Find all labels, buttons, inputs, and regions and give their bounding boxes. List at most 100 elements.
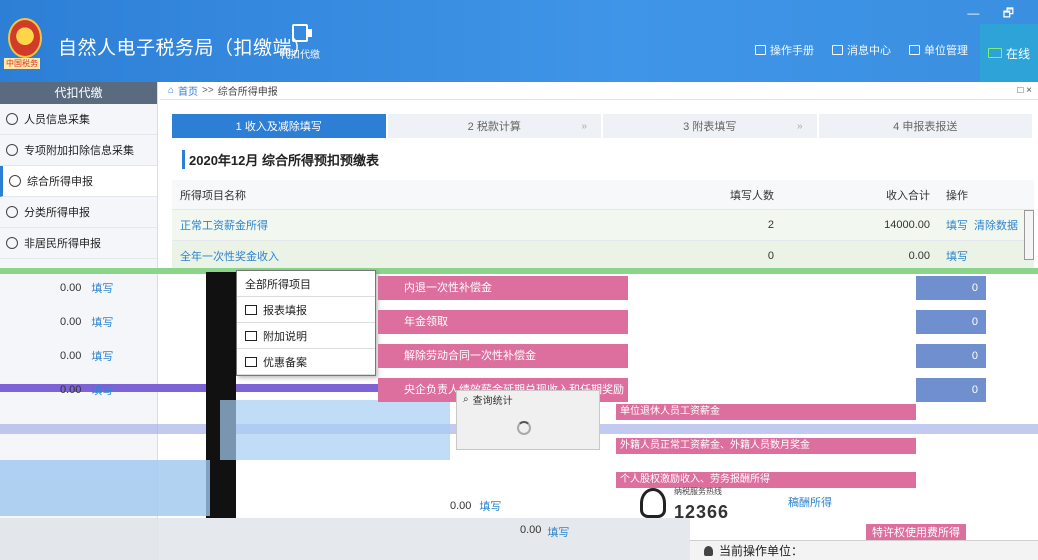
menu-item[interactable]: 内退一次性补偿金 (378, 276, 628, 300)
unit-management-link[interactable]: 单位管理 (909, 42, 968, 58)
count-value: 0 (916, 310, 986, 334)
submenu-header: 全部所得项目 (237, 271, 375, 297)
chevron-right-icon: » (796, 120, 803, 132)
clock-icon (6, 206, 18, 218)
submenu-item-report[interactable]: 报表填报 (237, 297, 375, 323)
tax-logo-icon (640, 488, 666, 518)
query-header[interactable]: ⌕ 查询统计 (457, 391, 599, 407)
fill-link[interactable]: 填写 (91, 348, 113, 364)
sidebar-item-label: 非居民所得申报 (24, 238, 101, 250)
manual-link[interactable]: 操作手册 (755, 42, 814, 58)
fill-link[interactable]: 填写 (91, 314, 113, 330)
submenu-item-label: 报表填报 (263, 304, 307, 317)
count-value: 0 (916, 378, 986, 402)
window-controls[interactable]: — 🗗 (967, 4, 1024, 25)
breadcrumb-home[interactable]: 首页 (178, 83, 198, 98)
step-submit[interactable]: 4 申报表报送 (818, 114, 1032, 138)
value: 0.00 (520, 524, 542, 536)
chevron-right-icon: » (581, 120, 587, 132)
loading-spinner-icon (517, 421, 531, 435)
book-icon (755, 45, 766, 55)
step-income[interactable]: 1 收入及减除填写 (172, 114, 386, 138)
proxy-nav-button[interactable]: 代扣代缴 (270, 24, 330, 61)
filled-count: 0 (767, 250, 774, 262)
message-center-link[interactable]: 消息中心 (832, 42, 891, 58)
breadcrumb-separator: >> (202, 85, 214, 96)
step-tax-calc[interactable]: 2 税款计算 » (387, 114, 601, 138)
value: 0.00 (60, 282, 82, 294)
count-value: 0 (916, 344, 986, 368)
user-icon (704, 545, 713, 556)
menu-item[interactable]: 年金领取 (378, 310, 628, 334)
step-label: 3 附表填写 (683, 121, 737, 133)
monitor-icon (987, 48, 1002, 58)
fill-link[interactable]: 填写 (946, 251, 968, 263)
menu-item[interactable]: 单位退休人员工资薪金 (616, 404, 916, 420)
sidebar-item-label: 人员信息采集 (24, 114, 90, 126)
document-icon (292, 24, 312, 42)
item-name[interactable]: 正常工资薪金所得 (172, 217, 632, 233)
sidebar-item-label: 分类所得申报 (24, 207, 90, 219)
table-scrollbar[interactable] (1024, 210, 1034, 260)
income-table: 所得项目名称 填写人数 收入合计 操作 正常工资薪金所得 2 14000.00 … (172, 180, 1034, 272)
mail-icon (832, 45, 843, 55)
submenu-item-preferential[interactable]: 优惠备案 (237, 349, 375, 375)
close-tab-icon[interactable]: □ × (1017, 85, 1032, 96)
item-name[interactable]: 全年一次性奖金收入 (172, 248, 632, 264)
proxy-nav-label: 代扣代缴 (280, 50, 320, 61)
breadcrumb-current: 综合所得申报 (217, 87, 278, 98)
income-total: 0.00 (908, 250, 930, 262)
value: 0.00 (60, 384, 82, 396)
column-header: 收入合计 (886, 189, 930, 202)
category-submenu: 全部所得项目 报表填报 附加说明 优惠备案 (236, 270, 376, 376)
list-icon (6, 144, 18, 156)
form-icon (245, 304, 257, 315)
sidebar-item-comprehensive[interactable]: 综合所得申报 (0, 166, 157, 197)
manual-label: 操作手册 (770, 45, 814, 57)
sidebar-item-special-deduction[interactable]: 专项附加扣除信息采集 (0, 135, 157, 166)
layers-icon (9, 175, 21, 187)
fill-link[interactable]: 填写 (91, 280, 113, 296)
sidebar-item-classified[interactable]: 分类所得申报 (0, 197, 157, 228)
fill-link[interactable]: 填写 (946, 220, 968, 232)
current-unit-label: 当前操作单位： (719, 544, 804, 558)
fill-link[interactable]: 填写 (479, 498, 501, 514)
value: 0.00 (60, 316, 82, 328)
clear-data-link[interactable]: 清除数据 (974, 220, 1018, 232)
file-icon (245, 356, 257, 367)
list-item: 0.00 填写 (20, 378, 220, 402)
submenu-item-label: 附加说明 (263, 330, 307, 343)
building-icon (909, 45, 920, 55)
value: 0.00 (450, 500, 472, 512)
fill-link[interactable]: 填写 (91, 382, 113, 398)
step-label: 1 收入及减除填写 (235, 121, 322, 133)
table-header: 所得项目名称 填写人数 收入合计 操作 (172, 180, 1034, 210)
hotline-label: 纳税服务热线 (674, 487, 722, 496)
right-zero-column: 0 0 0 0 (916, 276, 986, 412)
top-links: 操作手册 消息中心 单位管理 (755, 42, 968, 58)
sidebar-item-label: 综合所得申报 (27, 176, 93, 188)
online-label: 在线 (1005, 46, 1030, 61)
table-row: 全年一次性奖金收入 0 0.00 填写 (172, 241, 1034, 272)
home-icon[interactable]: ⌂ (168, 85, 174, 96)
submenu-item-label: 优惠备案 (263, 356, 307, 369)
sidebar-item-nonresident[interactable]: 非居民所得申报 (0, 228, 157, 259)
step-attachments[interactable]: 3 附表填写 » (603, 114, 817, 138)
value: 0.00 (60, 350, 82, 362)
count-value: 0 (916, 276, 986, 300)
status-bar: 当前操作单位： (690, 540, 1038, 560)
column-header: 操作 (946, 189, 968, 202)
online-status-button[interactable]: 在线 (980, 24, 1038, 82)
fill-link[interactable]: 填写 (547, 524, 569, 540)
remuneration-link[interactable]: 稿酬所得 (788, 494, 832, 510)
menu-item[interactable]: 解除劳动合同一次性补偿金 (378, 344, 628, 368)
row-actions: 填写 (938, 248, 1034, 264)
submenu-item-notes[interactable]: 附加说明 (237, 323, 375, 349)
list-item: 0.00 填写 (20, 310, 220, 334)
menu-item[interactable]: 外籍人员正常工资薪金、外籍人员数月奖金 (616, 438, 916, 454)
app-header: 中国税务 自然人电子税务局（扣缴端） 代扣代缴 — 🗗 操作手册 消息中心 单位… (0, 0, 1038, 82)
table-title: 2020年12月 综合所得预扣预缴表 (182, 150, 379, 169)
sidebar-item-personnel[interactable]: 人员信息采集 (0, 104, 157, 135)
query-panel: ⌕ 查询统计 (456, 390, 600, 450)
step-label: 2 税款计算 (467, 121, 521, 133)
